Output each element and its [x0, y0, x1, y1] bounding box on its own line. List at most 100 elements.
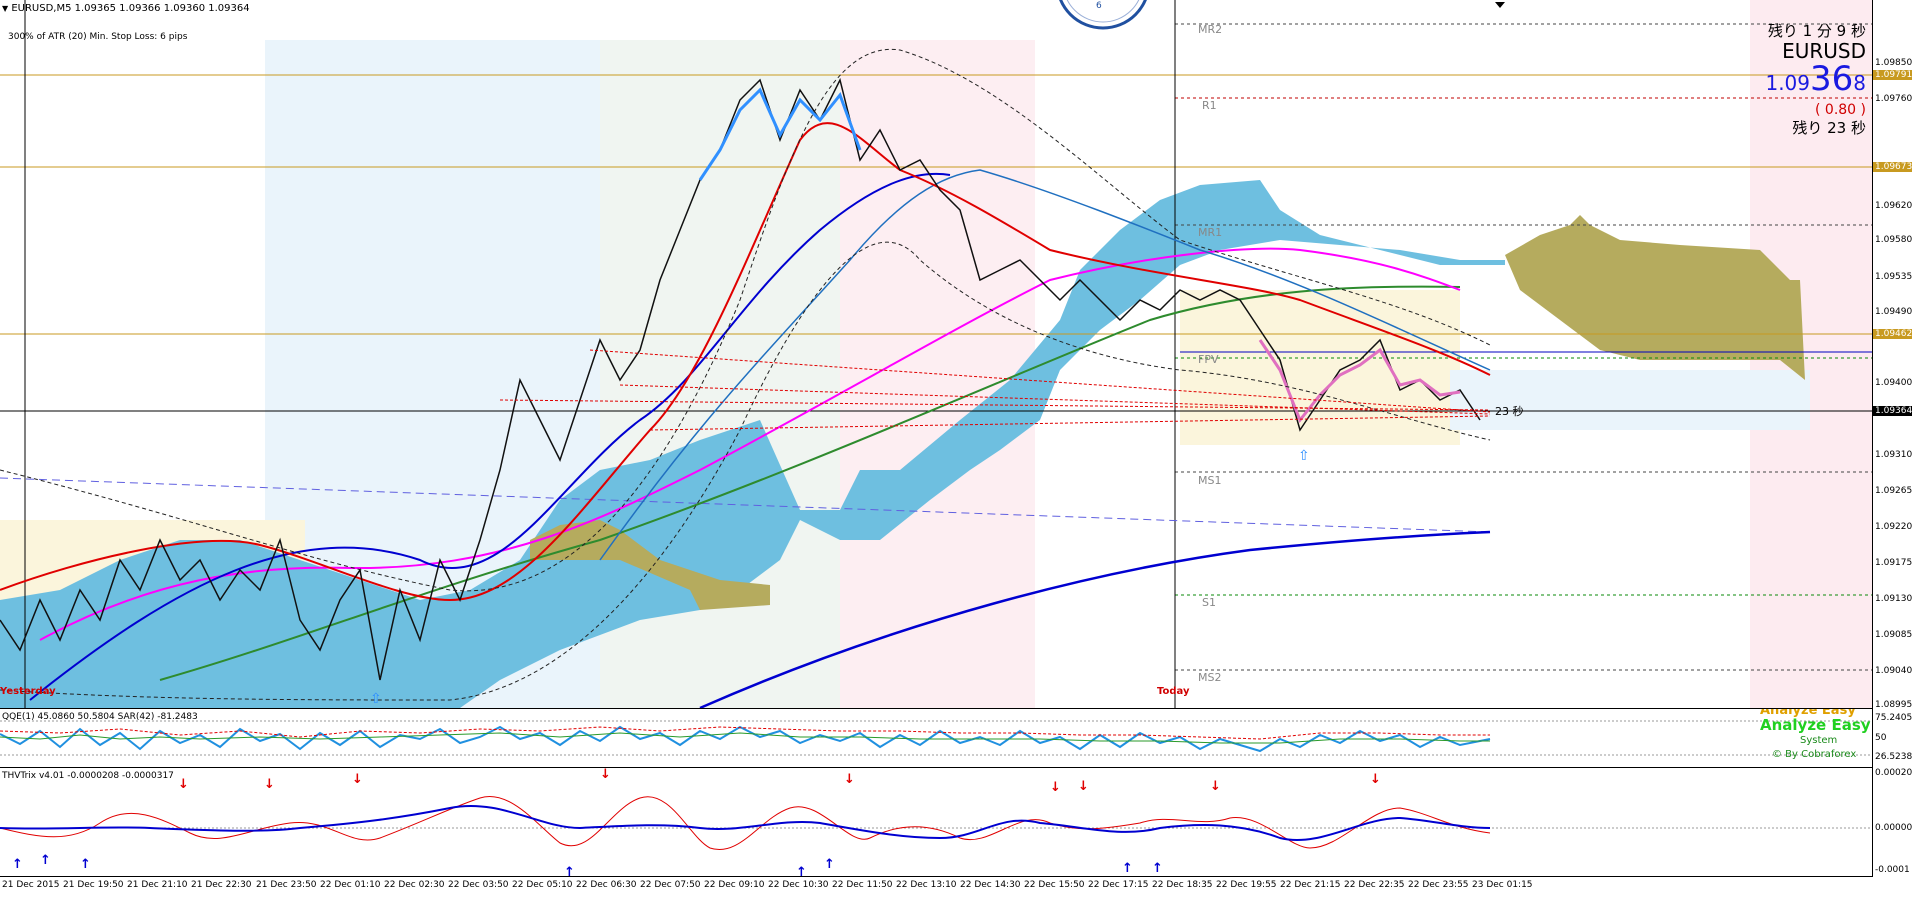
time-label: 21 Dec 23:50 [256, 880, 317, 890]
time-label: 21 Dec 22:30 [191, 880, 252, 890]
time-label: 22 Dec 09:10 [704, 880, 765, 890]
pivot-r1: R1 [1202, 99, 1217, 112]
price-label: 1.09085 [1875, 630, 1912, 640]
price-label: 1.09850 [1875, 58, 1912, 68]
time-label: 21 Dec 2015 [2, 880, 60, 890]
price-box-1: 1.09791 [1873, 70, 1912, 80]
qqe-level: 50 [1875, 733, 1887, 743]
time-label: 22 Dec 19:55 [1216, 880, 1277, 890]
up-arrow-icon: ↑ [564, 865, 575, 876]
price-label: 1.09580 [1875, 235, 1912, 245]
qqe-indicator-panel[interactable]: QQE(1) 45.0860 50.5804 SAR(42) -81.2483 … [0, 709, 1872, 768]
trix-canvas[interactable]: ↓ ↓ ↓ ↓ ↓ ↓ ↓ ↓ ↓ ↑ ↑ ↑ ↑ ↑ ↑ ↑ ↑ [0, 768, 1872, 876]
brand-main: Analyze Easy [1760, 716, 1871, 734]
pivot-mr2: MR2 [1198, 23, 1223, 36]
up-arrow-icon: ↑ [80, 857, 91, 872]
brand-system: System [1800, 735, 1838, 746]
price-label: 1.09265 [1875, 486, 1912, 496]
down-arrow-icon: ↓ [1370, 772, 1381, 787]
time-label: 21 Dec 21:10 [127, 880, 188, 890]
up-arrow-icon: ↑ [824, 857, 835, 872]
label-yesterday: Yesterday [0, 686, 56, 697]
brand-by: © By Cobraforex [1772, 749, 1857, 760]
up-arrow-icon: ↑ [796, 865, 807, 876]
price-label: 1.09220 [1875, 522, 1912, 532]
qqe-level: 75.2405 [1875, 713, 1912, 723]
qqe-canvas[interactable] [0, 709, 1872, 767]
down-arrow-icon: ↓ [1050, 780, 1061, 795]
trix-level: 0.0002027 [1875, 768, 1912, 778]
range-box-today [1180, 290, 1460, 445]
pivot-s1: S1 [1202, 596, 1216, 609]
symbol-header: ▼ EURUSD,M5 1.09365 1.09366 1.09360 1.09… [2, 3, 250, 14]
up-arrow-icon: ↑ [1152, 861, 1163, 876]
price-box-current: 1.09364 [1873, 406, 1912, 416]
time-label: 22 Dec 15:50 [1024, 880, 1085, 890]
price-label: 1.09400 [1875, 378, 1912, 388]
price-label: 1.08995 [1875, 700, 1912, 710]
time-label: 22 Dec 17:15 [1088, 880, 1149, 890]
time-label: 22 Dec 03:50 [448, 880, 509, 890]
time-scale[interactable]: 21 Dec 2015 21 Dec 19:50 21 Dec 21:10 21… [0, 877, 1912, 897]
time-label: 22 Dec 21:15 [1280, 880, 1341, 890]
range-box-projection [1450, 370, 1810, 430]
qqe-line-main [0, 725, 1491, 753]
trix-level: -0.0001 [1875, 865, 1910, 875]
time-label: 22 Dec 02:30 [384, 880, 445, 890]
clock-icon [1059, 0, 1147, 30]
time-label: 22 Dec 05:10 [512, 880, 573, 890]
price-label: 1.09760 [1875, 94, 1912, 104]
trix-level: 0.0000000 [1875, 823, 1912, 833]
price-scale[interactable]: 1.09850 1.09791 1.09760 1.09673 1.09620 … [1872, 0, 1912, 877]
label-today: Today [1157, 686, 1190, 697]
down-arrow-icon: ↓ [844, 772, 855, 787]
remaining-time: 残り 23 秒 [1792, 119, 1866, 137]
trix-label: THVTrix v4.01 -0.0000208 -0.0000317 [2, 771, 174, 781]
down-arrow-icon: ↓ [1078, 779, 1089, 794]
down-arrow-icon: ↓ [264, 777, 275, 792]
price-label: 1.09620 [1875, 201, 1912, 211]
qqe-label: QQE(1) 45.0860 50.5804 SAR(42) -81.2483 [2, 712, 198, 722]
down-arrow-icon: ↓ [178, 777, 189, 792]
price-label: 1.09490 [1875, 307, 1912, 317]
time-label: 22 Dec 22:35 [1344, 880, 1405, 890]
bid-price: 1.09368 [1765, 59, 1866, 99]
time-label: 22 Dec 18:35 [1152, 880, 1213, 890]
price-label: 1.09175 [1875, 558, 1912, 568]
time-label: 22 Dec 13:10 [896, 880, 957, 890]
price-change: ( 0.80 ) [1815, 102, 1866, 118]
atr-info: 300% of ATR (20) Min. Stop Loss: 6 pips [8, 32, 188, 42]
session-bg-ny [840, 40, 1035, 708]
trix-arrows: ↓ ↓ ↓ ↓ ↓ ↓ ↓ ↓ ↓ ↑ ↑ ↑ ↑ ↑ ↑ ↑ ↑ [12, 768, 1381, 876]
qqe-level: 26.5238 [1875, 752, 1912, 762]
pivot-ms2: MS2 [1198, 671, 1222, 684]
pivot-fpv: FPV [1198, 353, 1219, 366]
qqe-line-slow [0, 732, 1490, 744]
time-label: 21 Dec 19:50 [63, 880, 124, 890]
price-tag-label: 23 秒 [1495, 405, 1524, 418]
trix-line-slow [0, 805, 1491, 841]
trix-indicator-panel[interactable]: ↓ ↓ ↓ ↓ ↓ ↓ ↓ ↓ ↓ ↑ ↑ ↑ ↑ ↑ ↑ ↑ ↑ THVTri… [0, 768, 1872, 877]
time-label: 22 Dec 06:30 [576, 880, 637, 890]
price-box-3: 1.09462 [1873, 329, 1912, 339]
trix-line-fast [0, 795, 1491, 851]
up-arrow-icon: ⇧ [1298, 448, 1310, 464]
time-label: 22 Dec 01:10 [320, 880, 381, 890]
time-label: 22 Dec 07:50 [640, 880, 701, 890]
main-chart-panel[interactable]: ⇧ ⇧ ▼ EURUSD,M5 1.09365 1.09366 1.09360 … [0, 0, 1872, 709]
shift-marker-icon [1495, 2, 1505, 8]
up-arrow-icon: ↑ [40, 853, 51, 868]
up-arrow-icon: ↑ [1122, 861, 1133, 876]
down-arrow-icon: ↓ [1210, 779, 1221, 794]
price-box-2: 1.09673 [1873, 162, 1912, 172]
countdown-text: 残り 1 分 9 秒 [1767, 22, 1866, 40]
up-arrow-icon: ↑ [12, 857, 23, 872]
time-label: 22 Dec 23:55 [1408, 880, 1469, 890]
price-label: 1.09310 [1875, 450, 1912, 460]
down-arrow-icon: ↓ [600, 768, 611, 782]
price-chart-canvas[interactable]: ⇧ ⇧ [0, 0, 1872, 708]
pivot-mr1: MR1 [1198, 226, 1223, 239]
info-box: 残り 1 分 9 秒 EURUSD 1.09368 ( 0.80 ) 残り 23… [1765, 22, 1866, 138]
time-label: 22 Dec 11:50 [832, 880, 893, 890]
pivot-ms1: MS1 [1198, 474, 1222, 487]
